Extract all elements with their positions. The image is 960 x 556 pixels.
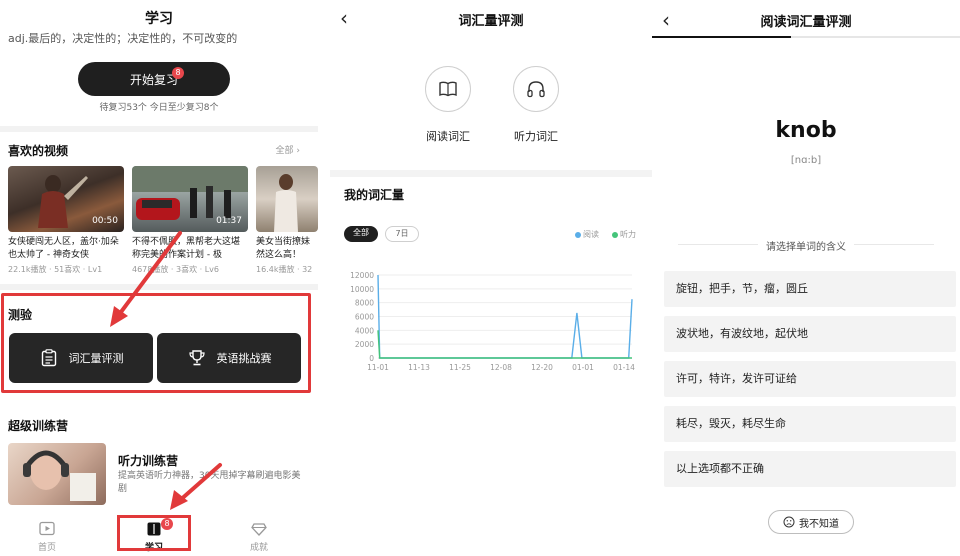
study-tab-badge: 8 xyxy=(161,518,173,530)
phonetic: [nɑ:b] xyxy=(790,155,822,166)
answer-option[interactable]: 以上选项都不正确 xyxy=(664,451,956,487)
x-tick-label: 01-01 xyxy=(572,363,594,372)
vocab-chart: 12000 10000 8000 6000 4000 2000 011-01 11-13 11-… xyxy=(350,271,635,372)
section-divider xyxy=(0,126,318,132)
page-title: 阅读词汇量评测 xyxy=(760,15,852,30)
english-challenge-label: 英语挑战赛 xyxy=(216,352,272,365)
trophy-icon xyxy=(188,350,205,366)
sad-face-icon xyxy=(783,516,795,528)
test-progress-fill xyxy=(652,36,791,38)
listening-vocab-label: 听力词汇 xyxy=(514,130,558,143)
vocab-test-label: 词汇量评测 xyxy=(68,352,124,365)
english-challenge-button[interactable]: 英语挑战赛 xyxy=(157,333,301,383)
video-thumbnail: 00:50 xyxy=(8,166,124,232)
x-tick-label: 11-01 xyxy=(367,363,389,372)
x-tick-label: 01-14 xyxy=(613,363,635,372)
video-card[interactable]: 00:50 女侠硬闯无人区，盖尔·加朵也太帅了 - 神奇女侠 22.1k播放 ·… xyxy=(8,166,124,275)
test-progress-bar xyxy=(652,36,960,38)
clipboard-icon xyxy=(41,349,56,367)
video-title: 美女当街撩妹然这么高！ xyxy=(256,237,311,260)
y-tick-label: 2000 xyxy=(355,340,374,349)
tab-achievement[interactable]: 成就 xyxy=(229,520,289,553)
page-title: 词汇量评测 xyxy=(458,14,524,29)
camp-item-desc: 提高英语听力神器，30天甩掉字幕刷遍电影美剧 xyxy=(118,471,301,494)
legend-listening: 听力 xyxy=(612,229,636,240)
choose-meaning-prompt: 请选择单词的含义 xyxy=(766,242,846,253)
quiz-title: 测验 xyxy=(8,308,33,322)
favorites-title: 喜欢的视频 xyxy=(8,144,69,158)
answer-option[interactable]: 旋钮，把手，节，瘤，圆丘 xyxy=(664,271,956,307)
legend-reading: 阅读 xyxy=(575,229,599,240)
section-divider xyxy=(0,284,318,290)
my-vocab-title: 我的词汇量 xyxy=(344,188,405,202)
answer-option[interactable]: 许可，特许，发许可证给 xyxy=(664,361,956,397)
y-tick-label: 8000 xyxy=(355,299,374,308)
study-tab-highlight xyxy=(117,515,191,551)
camp-item-title: 听力训练营 xyxy=(118,454,179,468)
quiz-section-highlight: 测验 词汇量评测 英语挑战赛 xyxy=(1,293,311,393)
y-tick-label: 10000 xyxy=(350,285,374,294)
review-stats: 待复习53个 今日至少复习8个 xyxy=(99,103,219,113)
start-review-button[interactable]: 开始复习 8 xyxy=(78,62,230,96)
video-meta: 16.4k播放 · 32 xyxy=(256,265,313,274)
answer-option[interactable]: 波状地，有波纹地，起伏地 xyxy=(664,316,956,352)
legend-dot xyxy=(575,231,581,238)
x-tick-label: 12-08 xyxy=(490,363,512,372)
y-tick-label: 4000 xyxy=(355,326,374,335)
answer-option[interactable]: 耗尽，毁灭，耗尽生命 xyxy=(664,406,956,442)
study-screen: 学习 adj.最后的，决定性的；决定性的，不可改变的 开始复习 8 待复习53个… xyxy=(0,0,318,556)
video-duration: 01:37 xyxy=(216,216,242,226)
dont-know-button[interactable]: 我不知道 xyxy=(768,510,854,534)
reading-vocab-button[interactable] xyxy=(425,66,471,112)
x-tick-label: 12-20 xyxy=(531,363,553,372)
woman-figure-icon xyxy=(274,174,298,232)
video-thumbnail xyxy=(256,166,318,232)
video-title: 女侠硬闯无人区，盖尔·加朵也太帅了 - 神奇女侠 xyxy=(8,237,119,260)
see-all-link[interactable]: 全部 › xyxy=(276,143,301,156)
listening-vocab-button[interactable] xyxy=(513,66,559,112)
video-card[interactable]: 01:37 不得不佩服，黑帮老大这堪称完美的作案计划 - 极 4678播放 · … xyxy=(132,166,248,275)
section-divider xyxy=(330,170,652,177)
vocab-test-button[interactable]: 词汇量评测 xyxy=(9,333,153,383)
video-meta: 22.1k播放 · 51喜欢 · Lv1 xyxy=(8,265,103,274)
legend-dot xyxy=(612,231,618,238)
reading-test-screen: ‹ 阅读词汇量评测 knob [nɑ:b] 请选择单词的含义 旋钮，把手，节，瘤… xyxy=(652,0,960,556)
video-meta: 4678播放 · 3喜欢 · Lv6 xyxy=(132,265,219,274)
page-title: 学习 xyxy=(145,11,173,27)
video-title: 不得不佩服，黑帮老大这堪称完美的作案计划 - 极 xyxy=(132,237,241,260)
y-tick-label: 12000 xyxy=(350,271,374,280)
word-definition-text: adj.最后的，决定性的；决定性的，不可改变的 xyxy=(8,32,238,45)
video-card[interactable]: 美女当街撩妹然这么高！ 16.4k播放 · 32 xyxy=(256,166,318,275)
y-tick-label: 6000 xyxy=(355,313,374,322)
headphones-icon xyxy=(527,81,545,98)
tab-home[interactable]: 首页 xyxy=(17,520,77,553)
video-duration: 00:50 xyxy=(92,216,118,226)
video-thumbnail: 01:37 xyxy=(132,166,248,232)
filter-7day-button[interactable]: 7日 xyxy=(385,226,419,242)
diamond-icon xyxy=(251,523,267,536)
start-review-label: 开始复习 xyxy=(129,72,178,87)
test-word: knob xyxy=(775,118,837,143)
review-count-badge: 8 xyxy=(172,67,184,79)
camp-thumbnail[interactable] xyxy=(8,443,106,505)
book-icon xyxy=(439,81,457,97)
filter-all-button[interactable]: 全部 xyxy=(344,226,378,242)
reading-vocab-label: 阅读词汇 xyxy=(426,130,470,143)
x-tick-label: 11-25 xyxy=(449,363,471,372)
headphones-girl-icon xyxy=(23,450,96,501)
y-tick-label: 0 xyxy=(369,354,374,363)
camp-section-title: 超级训练营 xyxy=(8,419,69,433)
chevron-right-icon: › xyxy=(296,146,300,156)
vocab-test-screen: ‹ 词汇量评测 阅读词汇 听力词汇 我的词汇量 全部 7日 阅读 听力 1200… xyxy=(330,0,652,556)
play-square-icon xyxy=(39,521,55,536)
x-tick-label: 11-13 xyxy=(408,363,430,372)
